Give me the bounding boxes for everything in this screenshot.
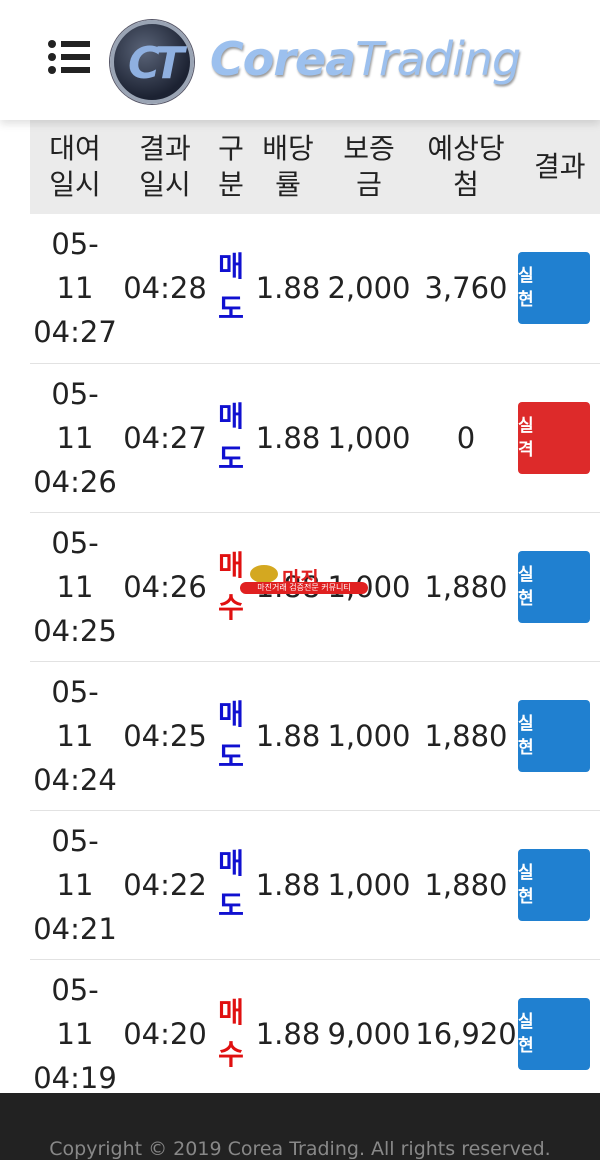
- result-button[interactable]: 실현: [518, 550, 590, 623]
- deposit: 1,000: [324, 363, 414, 513]
- trade-type: 매도: [210, 810, 252, 960]
- footer: Copyright © 2019 Corea Trading. All righ…: [0, 1093, 600, 1160]
- payout-rate: 1.88: [252, 214, 324, 364]
- column-header: 결과 일시: [139, 132, 191, 201]
- trade-type: 매도: [210, 363, 252, 513]
- rental-datetime: 05- 11 04:19: [30, 959, 120, 1109]
- header: CT CoreaTrading: [0, 0, 600, 120]
- result-time: 04:22: [120, 810, 210, 960]
- table-row: 05- 11 04:21 04:22 매도 1.88 1,000 1,880 실현: [30, 810, 600, 960]
- expected-payout: 0: [414, 363, 518, 513]
- trade-type: 매도: [210, 214, 252, 364]
- result-button[interactable]: 실현: [518, 997, 590, 1070]
- expected-payout: 1,880: [414, 810, 518, 960]
- logo-emblem[interactable]: CT: [110, 20, 194, 104]
- deposit: 1,000: [324, 661, 414, 811]
- table-row: 05- 11 04:19 04:20 매수 1.88 9,000 16,920 실현: [30, 959, 600, 1109]
- expected-payout: 1,880: [414, 661, 518, 811]
- result-time: 04:20: [120, 959, 210, 1109]
- copyright-text: Copyright © 2019 Corea Trading. All righ…: [49, 1138, 551, 1160]
- table-row: 05- 11 04:24 04:25 매도 1.88 1,000 1,880 실현: [30, 661, 600, 811]
- result-button[interactable]: 실현: [518, 252, 590, 325]
- table-row: 05- 11 04:26 04:27 매도 1.88 1,000 0 실격: [30, 363, 600, 513]
- menu-icon[interactable]: [48, 40, 90, 74]
- result-time: 04:26: [120, 512, 210, 662]
- table-row: 05- 11 04:27 04:28 매도 1.88 2,000 3,760 실현: [30, 214, 600, 364]
- trade-type: 매도: [210, 661, 252, 811]
- rental-datetime: 05- 11 04:21: [30, 810, 120, 960]
- payout-rate: 1.88: [252, 959, 324, 1109]
- column-header: 구분: [218, 132, 244, 201]
- column-header: 배당 률: [262, 132, 314, 201]
- deposit: 2,000: [324, 214, 414, 364]
- rental-datetime: 05- 11 04:24: [30, 661, 120, 811]
- emblem-icon: [250, 565, 278, 583]
- payout-rate: 1.88: [252, 363, 324, 513]
- payout-rate: 1.88: [252, 661, 324, 811]
- table-header-row: 대여 일시 결과 일시 구 분 배당 률 보증 금 예상당 첨 결과: [30, 120, 600, 214]
- column-header: 예상당 첨: [427, 132, 505, 201]
- payout-rate: 1.88: [252, 810, 324, 960]
- column-header: 보증 금: [343, 132, 395, 201]
- deposit: 9,000: [324, 959, 414, 1109]
- trade-type: 매수: [210, 959, 252, 1109]
- rental-datetime: 05- 11 04:26: [30, 363, 120, 513]
- result-button[interactable]: 실현: [518, 848, 590, 921]
- trade-history-table: 대여 일시 결과 일시 구 분 배당 률 보증 금 예상당 첨 결과 05- 11 04:27 04:28 …: [30, 120, 600, 1109]
- expected-payout: 16,920: [414, 959, 518, 1109]
- watermark-subtitle: 마진거래 검증전문 커뮤니티: [240, 582, 368, 594]
- result-time: 04:28: [120, 214, 210, 364]
- logo-text[interactable]: CoreaTrading: [210, 32, 521, 86]
- expected-payout: 3,760: [414, 214, 518, 364]
- watermark-logo: 마진 마진거래 검증전문 커뮤니티: [240, 563, 368, 595]
- column-header: 대여 일시: [49, 132, 101, 201]
- expected-payout: 1,880: [414, 512, 518, 662]
- rental-datetime: 05- 11 04:25: [30, 512, 120, 662]
- result-time: 04:27: [120, 363, 210, 513]
- rental-datetime: 05- 11 04:27: [30, 214, 120, 364]
- result-time: 04:25: [120, 661, 210, 811]
- column-header: 결과: [534, 150, 586, 183]
- result-button[interactable]: 실현: [518, 699, 590, 772]
- result-button[interactable]: 실격: [518, 401, 590, 474]
- deposit: 1,000: [324, 810, 414, 960]
